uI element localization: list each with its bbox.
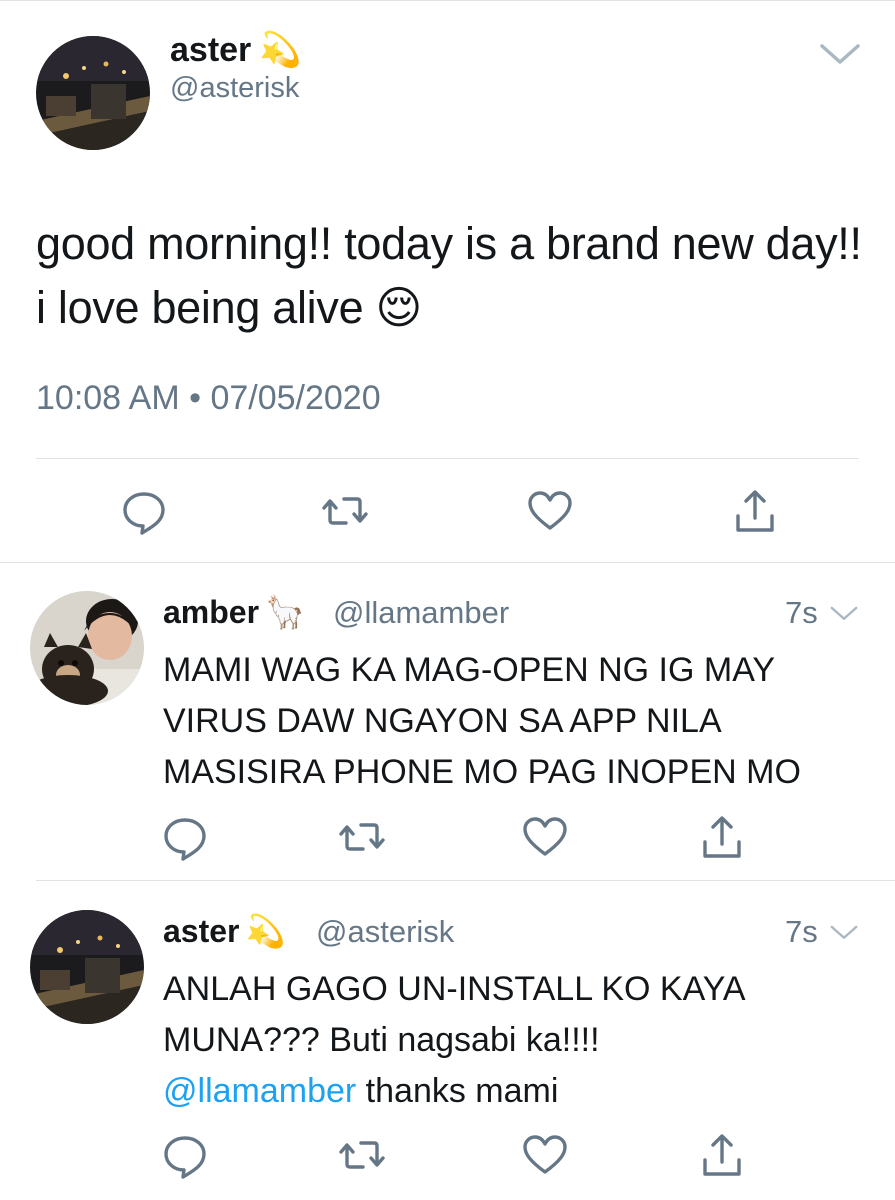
retweet-icon[interactable] — [320, 486, 370, 536]
divider — [36, 880, 895, 881]
display-name[interactable]: aster 💫 — [170, 28, 302, 72]
like-icon[interactable] — [520, 1130, 570, 1180]
share-icon[interactable] — [697, 812, 747, 862]
avatar[interactable] — [30, 591, 144, 705]
tweet-text: good morning!! today is a brand new day!… — [36, 218, 862, 333]
reply-icon[interactable] — [160, 1130, 210, 1180]
timestamp[interactable]: 10:08 AM • 07/05/2020 — [36, 375, 381, 421]
time-ago[interactable]: 7s — [785, 593, 818, 633]
chevron-down-icon[interactable] — [818, 40, 862, 70]
chevron-down-icon[interactable] — [829, 603, 859, 625]
retweet-icon[interactable] — [337, 1130, 387, 1180]
avatar-image-person-with-dog — [30, 591, 144, 705]
like-icon[interactable] — [525, 486, 575, 536]
reply-icon[interactable] — [119, 486, 169, 536]
display-name[interactable]: aster 💫 — [163, 911, 285, 951]
share-icon[interactable] — [697, 1130, 747, 1180]
handle[interactable]: @asterisk — [316, 912, 454, 952]
avatar[interactable] — [36, 36, 150, 150]
llama-emoji: 🦙 — [265, 594, 305, 630]
reply-icon[interactable] — [160, 812, 210, 862]
top-divider — [0, 0, 895, 1]
dizzy-emoji: 💫 — [245, 913, 286, 949]
dizzy-emoji: 💫 — [259, 31, 302, 69]
avatar-image-night-street — [30, 910, 144, 1024]
like-icon[interactable] — [520, 812, 570, 862]
handle[interactable]: @asterisk — [170, 70, 299, 106]
tweet-text: ANLAH GAGO UN-INSTALL KO KAYA MUNA??? Bu… — [163, 970, 744, 1110]
tweet-text: MAMI WAG KA MAG-OPEN NG IG MAY VIRUS DAW… — [163, 651, 801, 791]
time-ago[interactable]: 7s — [785, 912, 818, 952]
avatar[interactable] — [30, 910, 144, 1024]
divider — [36, 458, 859, 459]
mention-link[interactable]: @llamamber — [163, 1072, 356, 1110]
divider — [0, 562, 895, 563]
share-icon[interactable] — [730, 486, 780, 536]
display-name[interactable]: amber 🦙 — [163, 592, 305, 632]
retweet-icon[interactable] — [337, 812, 387, 862]
chevron-down-icon[interactable] — [829, 922, 859, 944]
avatar-image-night-street — [36, 36, 150, 150]
handle[interactable]: @llamamber — [333, 593, 509, 633]
